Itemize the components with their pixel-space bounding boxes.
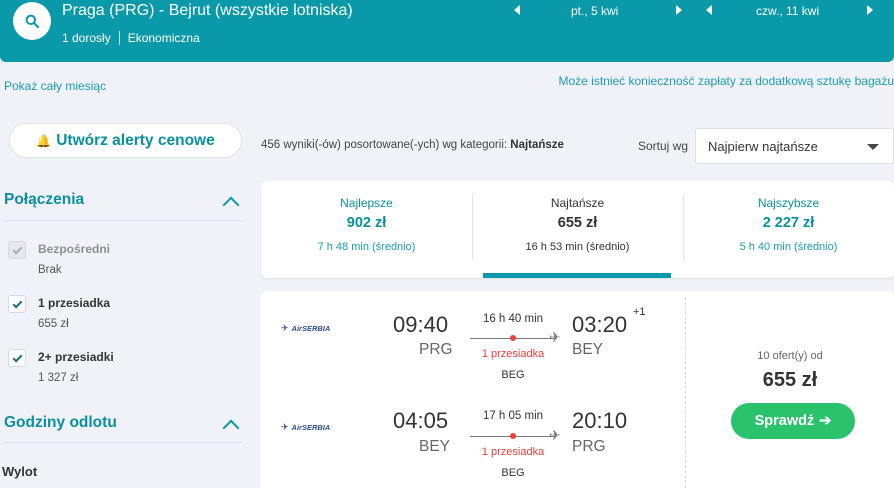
outbound-day-offset: +1 <box>633 306 646 318</box>
outbound-arrival-code: BEY <box>572 341 604 358</box>
price-alert-label: Utwórz alerty cenowe <box>56 131 215 149</box>
bell-icon: 🔔 <box>36 133 52 148</box>
offers-count: 10 ofert(y) od <box>757 350 823 362</box>
inbound-arrival-time: 20:10 <box>572 408 628 433</box>
airline-mark-icon: ✈ <box>281 323 289 333</box>
airline-name: AirSERBIA <box>291 423 331 432</box>
inbound-duration: 17 h 05 min <box>482 410 544 422</box>
passengers-label: 1 dorosły <box>62 31 111 45</box>
outbound-departure-time: 09:40 <box>393 312 449 337</box>
tab-fastest-price: 2 227 zł <box>762 215 815 231</box>
option-one-stop-label[interactable]: 1 przesiadka <box>38 296 110 310</box>
tab-fastest-time: 5 h 40 min (średnio) <box>739 241 838 253</box>
return-next-arrow-icon[interactable] <box>865 4 875 16</box>
sort-tabs: Najlepsze 902 zł 7 h 48 min (średnio) Na… <box>261 181 894 278</box>
inbound-stops: 1 przesiadka <box>481 446 545 458</box>
stop-dot-icon <box>510 433 516 439</box>
airline-logo: ✈ AirSERBIA <box>281 323 330 334</box>
inbound-via: BEG <box>501 467 525 479</box>
plane-icon: ✈ <box>549 329 561 345</box>
option-one-stop-price: 655 zł <box>38 318 69 330</box>
search-icon <box>25 14 39 28</box>
outbound-subtitle: Wylot <box>2 464 38 479</box>
return-prev-arrow-icon[interactable] <box>704 4 714 16</box>
card-price: 655 zł <box>762 369 818 391</box>
arrow-right-icon: ➔ <box>819 413 832 429</box>
inbound-departure-code: BEY <box>419 438 451 455</box>
inbound-departure-time: 04:05 <box>393 408 449 433</box>
results-category: Najtańsze <box>510 139 564 151</box>
checkbox-one-stop[interactable] <box>8 295 26 313</box>
inbound-arrival-code: PRG <box>572 438 606 455</box>
cabin-label: Ekonomiczna <box>127 31 200 45</box>
option-two-plus-price: 1 327 zł <box>38 372 79 384</box>
price-alert-button[interactable]: 🔔 Utwórz alerty cenowe <box>9 123 242 158</box>
airline-mark-icon: ✈ <box>281 422 289 432</box>
flight-result-card[interactable]: ✈ AirSERBIA 09:40 PRG 16 h 40 min ✈ 1 pr… <box>261 291 894 488</box>
sort-label: Sortuj wg <box>638 139 689 153</box>
stop-dot-icon <box>510 335 516 341</box>
checkbox-two-plus-stops[interactable] <box>8 349 26 367</box>
check-icon <box>12 244 22 254</box>
return-date[interactable]: czw., 11 kwi <box>756 4 819 18</box>
results-count: 456 wyniki(-ów) posortowane(-ych) wg kat… <box>261 139 564 151</box>
active-tab-indicator <box>483 273 671 278</box>
divider <box>4 442 242 443</box>
sort-value: Najpierw najtańsze <box>708 139 818 154</box>
option-direct-price: Brak <box>38 264 62 276</box>
check-deal-label: Sprawdź <box>754 413 815 429</box>
traveller-summary[interactable]: 1 dorosły Ekonomiczna <box>62 31 200 45</box>
results-count-text: 456 wyniki(-ów) posortowane(-ych) wg kat… <box>261 139 511 151</box>
airline-logo: ✈ AirSERBIA <box>281 422 330 433</box>
sort-select[interactable]: Najpierw najtańsze <box>695 128 894 164</box>
divider <box>685 297 686 488</box>
option-direct-label: Bezpośredni <box>38 242 111 256</box>
check-icon <box>12 298 22 308</box>
tab-cheapest-time: 16 h 53 min (średnio) <box>525 241 630 253</box>
search-header[interactable]: Praga (PRG) - Bejrut (wszystkie lotniska… <box>0 0 894 62</box>
option-two-plus-label[interactable]: 2+ przesiadki <box>38 350 114 364</box>
depart-date[interactable]: pt., 5 kwi <box>571 4 618 18</box>
depart-next-arrow-icon[interactable] <box>674 4 684 16</box>
tab-best-label: Najlepsze <box>340 196 393 210</box>
chevron-down-icon <box>867 144 879 150</box>
tab-best[interactable]: Najlepsze 902 zł 7 h 48 min (średnio) <box>261 181 472 278</box>
outbound-arrival-time: 03:20 <box>572 312 628 337</box>
tab-fastest-label: Najszybsze <box>757 196 820 210</box>
chevron-up-icon[interactable] <box>222 196 240 214</box>
tab-cheapest[interactable]: Najtańsze 655 zł 16 h 53 min (średnio) <box>472 181 683 278</box>
airline-name: AirSERBIA <box>291 324 331 333</box>
show-month-link[interactable]: Pokaż cały miesiąc <box>4 79 106 93</box>
depart-prev-arrow-icon[interactable] <box>512 4 522 16</box>
tab-best-time: 7 h 48 min (średnio) <box>317 241 416 253</box>
tab-cheapest-label: Najtańsze <box>550 196 605 210</box>
connections-title[interactable]: Połączenia <box>4 191 84 209</box>
outbound-via: BEG <box>501 369 525 381</box>
check-icon <box>12 352 22 362</box>
search-button[interactable] <box>13 2 51 40</box>
divider <box>4 220 242 221</box>
tab-fastest[interactable]: Najszybsze 2 227 zł 5 h 40 min (średnio) <box>683 181 894 278</box>
chevron-up-icon[interactable] <box>222 419 240 437</box>
outbound-duration: 16 h 40 min <box>482 313 544 325</box>
checkbox-direct[interactable] <box>8 241 26 259</box>
check-deal-button[interactable]: Sprawdź ➔ <box>731 403 855 439</box>
baggage-fee-link[interactable]: Może istnieć konieczność zapłaty za doda… <box>558 74 894 88</box>
departure-times-title[interactable]: Godziny odlotu <box>4 414 117 432</box>
separator <box>118 31 120 45</box>
tab-best-price: 902 zł <box>346 215 387 231</box>
route-title[interactable]: Praga (PRG) - Bejrut (wszystkie lotniska… <box>62 2 353 20</box>
outbound-stops: 1 przesiadka <box>481 348 545 360</box>
tab-cheapest-price: 655 zł <box>557 215 598 231</box>
outbound-departure-code: PRG <box>419 341 453 358</box>
plane-icon: ✈ <box>549 427 561 443</box>
